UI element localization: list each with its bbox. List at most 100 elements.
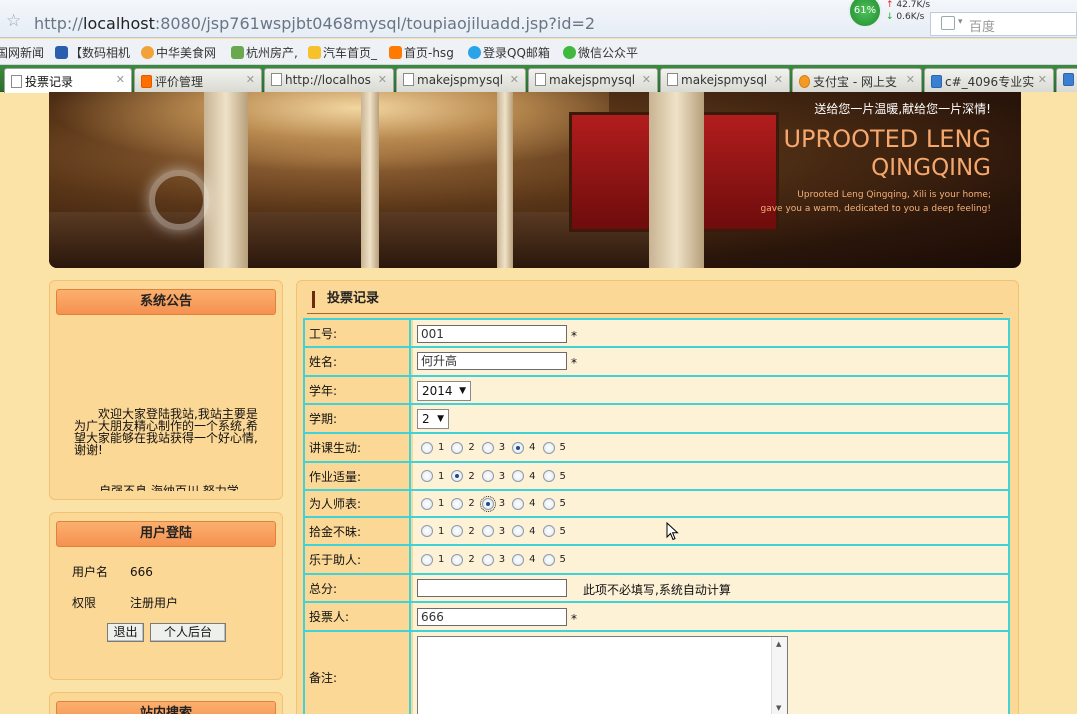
url-host: localhost (83, 14, 155, 33)
site-search-panel: 站内搜索 (49, 692, 283, 714)
tab-vote-records[interactable]: 投票记录 ✕ (4, 68, 132, 93)
helpful-radio-3[interactable] (481, 553, 494, 566)
honest-radio-4[interactable] (512, 525, 525, 537)
lecture-radio-label-2: 2 (468, 442, 475, 453)
page-icon (11, 75, 22, 88)
honest-label: 拾金不昧: (305, 518, 411, 544)
term-select[interactable]: 2 ▼ (417, 409, 449, 429)
tab-alipay[interactable]: 支付宝 - 网上支 ✕ (792, 68, 922, 92)
lecture-radio-4[interactable] (512, 441, 525, 454)
tab-makejspmysql[interactable]: makejspmysql ✕ (528, 68, 658, 92)
row-voter: 投票人: 666 * (303, 603, 1010, 632)
scroll-up-icon[interactable]: ▲ (776, 640, 781, 648)
honest-radio-1[interactable] (421, 525, 433, 537)
homework-radio-2[interactable] (451, 470, 464, 482)
close-icon[interactable]: ✕ (246, 73, 255, 86)
bookmark-item[interactable]: 登录QQ邮箱 (468, 44, 550, 61)
helpful-radio-1[interactable] (421, 553, 433, 566)
bookmark-item[interactable]: 微信公众平 (563, 44, 638, 61)
close-icon[interactable]: ✕ (642, 73, 651, 86)
homework-radio-4[interactable] (512, 470, 525, 482)
homework-radio-5[interactable] (542, 470, 555, 482)
homework-radio-label-2: 2 (468, 470, 475, 482)
honest-radio-2[interactable] (451, 525, 464, 537)
model-radio-4[interactable] (512, 497, 525, 510)
model-radio-5[interactable] (542, 497, 555, 510)
remark-textarea[interactable]: ▲ ▼ (417, 636, 788, 714)
network-speed-widget: 61% ↑ 42.7K/s ↓ 0.6K/s (848, 0, 936, 28)
search-box[interactable]: ▾ 百度 (930, 12, 1077, 36)
bookmark-item[interactable]: 汽车首页_ (308, 44, 377, 61)
name-input[interactable]: 何升高 (417, 352, 567, 370)
lecture-radio-2[interactable] (451, 441, 464, 454)
address-bar: ☆ http://localhost:8080/jsp761wspjbt0468… (0, 0, 1077, 38)
homework-label: 作业适量: (305, 463, 411, 489)
tab-makejspmysql[interactable]: makejspmysql ✕ (660, 68, 790, 92)
close-icon[interactable]: ✕ (1038, 73, 1047, 86)
honest-radio-label-1: 1 (438, 525, 445, 537)
logout-button[interactable]: 退出 (107, 623, 144, 642)
food-icon (141, 46, 154, 59)
close-icon[interactable]: ✕ (116, 73, 125, 86)
lecture-radio-label-4: 4 (529, 442, 536, 453)
gonghao-input[interactable]: 001 (417, 325, 567, 343)
honest-radio-3[interactable] (481, 525, 494, 537)
lecture-radio-3[interactable] (481, 441, 494, 454)
homework-radio-label-4: 4 (529, 470, 536, 482)
helpful-radio-5[interactable] (542, 553, 555, 566)
helpful-radio-label-1: 1 (438, 554, 445, 565)
homework-radio-label-5: 5 (559, 470, 566, 482)
model-radio-label-4: 4 (529, 498, 536, 509)
model-radio-3[interactable] (479, 495, 496, 512)
lecture-radio-label-3: 3 (498, 442, 506, 453)
tab-csharp[interactable]: c#_4096专业实 ✕ (924, 68, 1054, 92)
bookmark-item[interactable]: 首页-hsg (389, 44, 454, 61)
chevron-down-icon[interactable]: ▾ (958, 17, 963, 27)
tab-makejspmysql[interactable]: makejspmysql ✕ (396, 68, 526, 92)
homework-radio-3[interactable] (481, 470, 494, 482)
page-icon (667, 73, 678, 86)
lecture-radio-5[interactable] (542, 441, 555, 454)
bookmark-item[interactable]: 杭州房产, (231, 44, 298, 61)
honest-radio-5[interactable] (542, 525, 555, 537)
row-helpful: 乐于助人: 1 2 3 4 5 (303, 546, 1010, 575)
year-select[interactable]: 2014 ▼ (417, 381, 471, 401)
homework-radio-label-3: 3 (498, 470, 506, 482)
bookmark-item[interactable]: 国网新闻 (0, 44, 44, 61)
required-mark: * (571, 612, 577, 626)
bookmark-item[interactable]: 中华美食网 (141, 44, 216, 61)
close-icon[interactable]: ✕ (774, 73, 783, 86)
banner-title-line2: QINGQING (871, 155, 991, 181)
chevron-down-icon: ▼ (437, 414, 444, 424)
model-radio-2[interactable] (451, 497, 464, 510)
homework-radio-label-1: 1 (438, 470, 445, 482)
banner-pillar (204, 92, 248, 268)
tab-localhost[interactable]: http://localhos ✕ (264, 68, 394, 92)
helpful-radio-4[interactable] (512, 553, 525, 566)
close-icon[interactable]: ✕ (378, 73, 387, 86)
textarea-scrollbar[interactable]: ▲ ▼ (771, 637, 787, 714)
close-icon[interactable]: ✕ (906, 73, 915, 86)
total-input[interactable] (417, 579, 567, 597)
lecture-radio-1[interactable] (421, 441, 433, 454)
personal-backend-button[interactable]: 个人后台 (150, 623, 226, 642)
tab-overflow[interactable] (1056, 68, 1077, 92)
banner-pillar (361, 92, 379, 268)
tab-review-management[interactable]: 评价管理 ✕ (134, 68, 262, 92)
honest-radio-label-2: 2 (468, 525, 475, 537)
required-mark: * (571, 329, 577, 343)
bookmark-item[interactable]: 【数码相机 (55, 44, 130, 61)
homework-radio-1[interactable] (421, 470, 433, 482)
scroll-down-icon[interactable]: ▼ (776, 704, 781, 712)
search-engine-icon[interactable] (941, 16, 955, 30)
model-label: 为人师表: (305, 491, 411, 516)
row-term: 学期: 2 ▼ (303, 405, 1010, 434)
voter-input[interactable]: 666 (417, 608, 567, 626)
bookmark-star-icon[interactable]: ☆ (6, 11, 21, 31)
network-percent: 61% (848, 0, 882, 28)
url-field[interactable]: http://localhost:8080/jsp761wspjbt0468my… (34, 14, 595, 33)
banner-caption: Uprooted Leng Qingqing, Xili is your hom… (761, 188, 992, 216)
close-icon[interactable]: ✕ (510, 73, 519, 86)
helpful-radio-2[interactable] (451, 553, 464, 566)
model-radio-1[interactable] (421, 497, 433, 510)
